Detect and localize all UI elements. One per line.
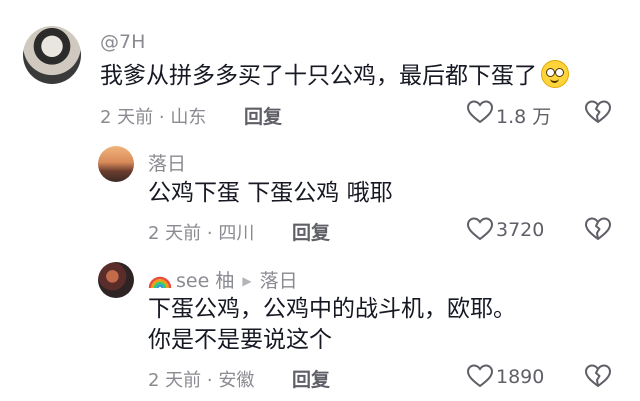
broken-heart-icon[interactable]	[585, 364, 611, 388]
comment-text-1-content: 我爹从拼多多买了十只公鸡，最后都下蛋了	[100, 63, 537, 89]
heart-outline-icon[interactable]	[467, 364, 493, 388]
avatar-7h[interactable]	[23, 26, 81, 84]
username-luori[interactable]: 落日	[148, 149, 186, 176]
broken-heart-icon[interactable]	[585, 217, 611, 241]
broken-heart-icon[interactable]	[585, 100, 611, 124]
comment-text-2: 公鸡下蛋 下蛋公鸡 哦耶	[148, 180, 393, 206]
username-see-you[interactable]: see 柚	[176, 270, 234, 292]
like-count-2: 3720	[496, 219, 545, 241]
comment-text-3-line1: 下蛋公鸡，公鸡中的战斗机，欧耶。	[148, 296, 516, 322]
comment-meta-2: 2 天前 · 四川	[148, 223, 255, 244]
heart-outline-icon[interactable]	[467, 217, 493, 241]
comment-text-1: 我爹从拼多多买了十只公鸡，最后都下蛋了	[100, 59, 569, 93]
avatar-luori[interactable]	[98, 146, 134, 182]
reply-to-username[interactable]: 落日	[260, 270, 298, 292]
reply-button-3[interactable]: 回复	[292, 365, 330, 392]
like-count-3: 1890	[496, 366, 545, 388]
comment-text-3-line2: 你是不是要说这个	[148, 327, 332, 353]
like-count-1: 1.8 万	[496, 106, 552, 128]
heart-outline-icon[interactable]	[467, 100, 493, 124]
avatar-see-you[interactable]	[98, 262, 134, 298]
reply-button-1[interactable]: 回复	[244, 102, 282, 129]
username-7h[interactable]: @7H	[100, 31, 145, 53]
comment-meta-3: 2 天前 · 安徽	[148, 370, 255, 391]
smiling-face-emoji	[541, 60, 569, 88]
triangle-right-icon: ▶	[242, 274, 252, 288]
rainbow-emoji	[148, 276, 172, 289]
reply-button-2[interactable]: 回复	[292, 218, 330, 245]
comment-meta-1: 2 天前 · 山东	[100, 107, 207, 128]
reply-header-3: see 柚 ▶ 落日	[148, 266, 298, 293]
